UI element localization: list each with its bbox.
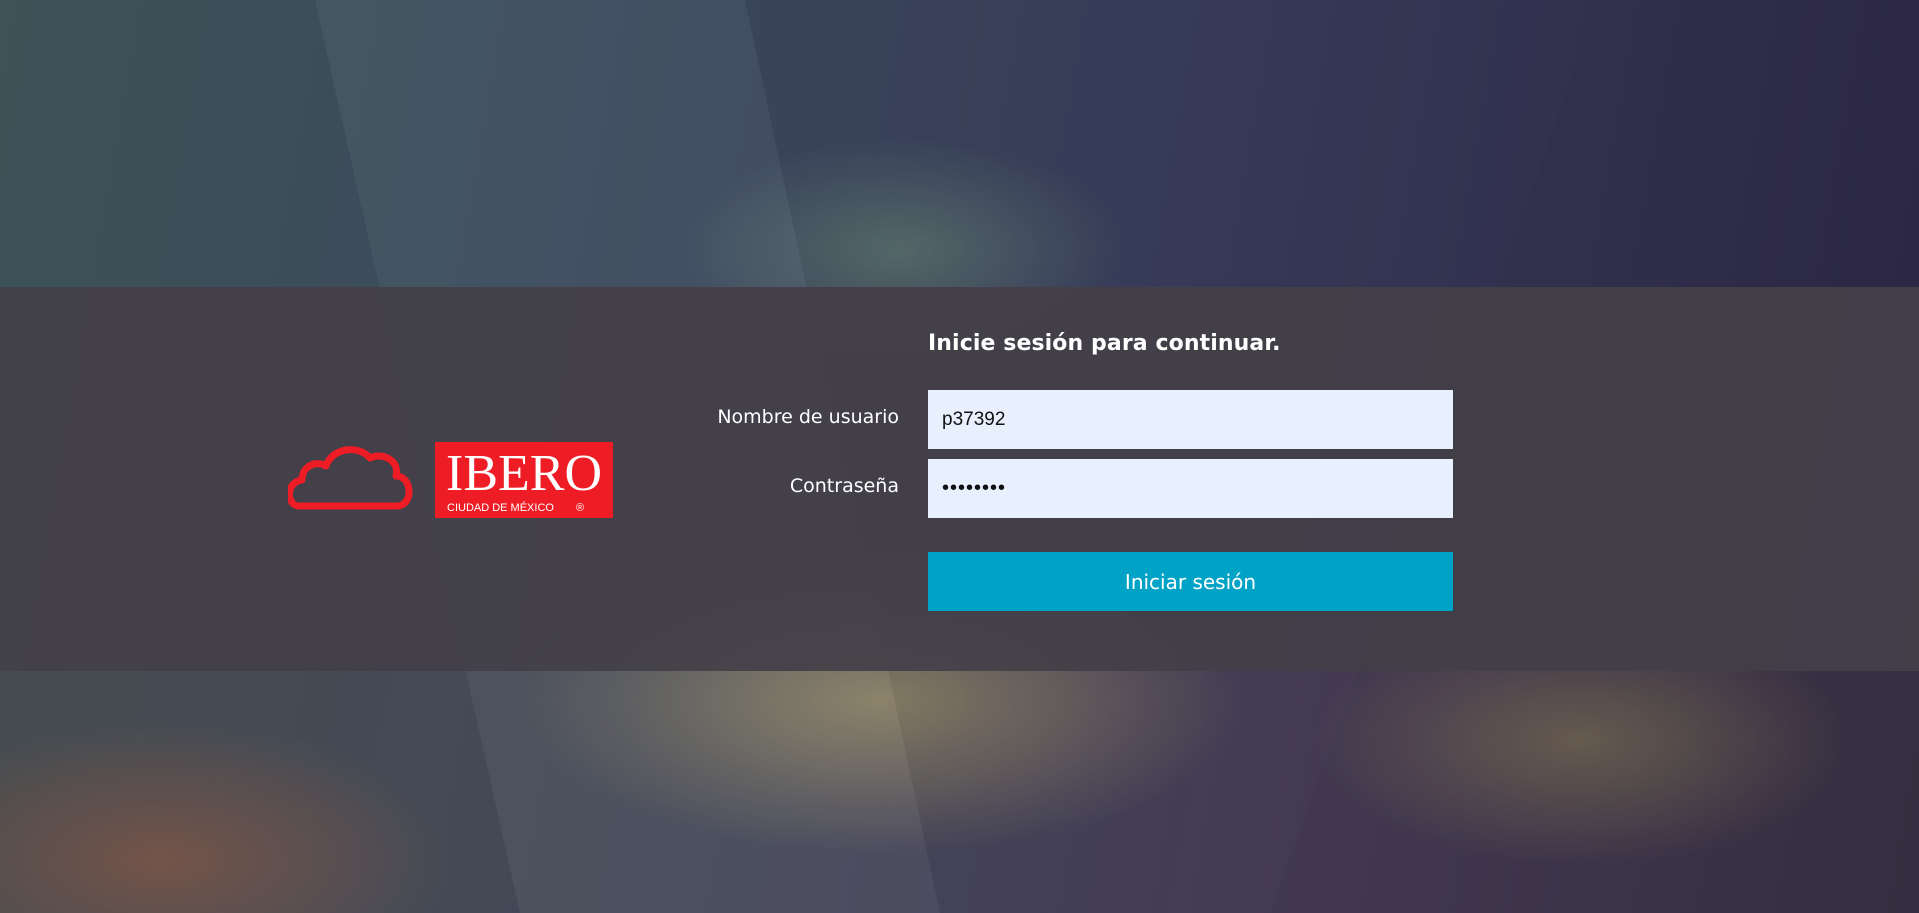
cloud-icon (288, 446, 413, 510)
username-label: Nombre de usuario (717, 406, 899, 428)
svg-text:CIUDAD DE MÉXICO: CIUDAD DE MÉXICO (447, 501, 554, 514)
login-heading: Inicie sesión para continuar. (928, 331, 1281, 356)
ibero-logo: IBERO CIUDAD DE MÉXICO ® (288, 442, 613, 518)
password-label: Contraseña (789, 475, 899, 497)
password-input[interactable] (928, 459, 1453, 518)
username-input[interactable] (928, 390, 1453, 449)
login-page: IBERO CIUDAD DE MÉXICO ® Inicie sesión p… (0, 0, 1919, 913)
svg-text:®: ® (576, 502, 584, 514)
login-button[interactable]: Iniciar sesión (928, 552, 1453, 611)
